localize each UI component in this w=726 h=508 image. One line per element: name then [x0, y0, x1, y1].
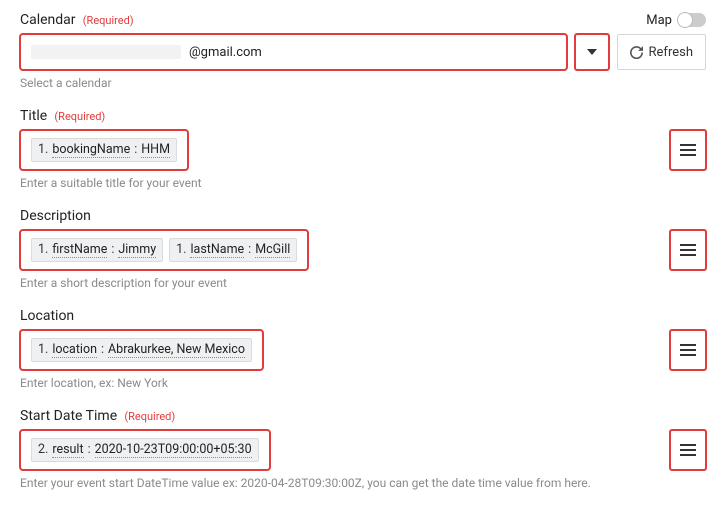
location-label-row: Location — [20, 308, 706, 324]
description-input[interactable]: 1. firstName : Jimmy 1. lastName : McGil… — [20, 230, 308, 270]
description-label-row: Description — [20, 208, 706, 224]
title-label-wrap: Title (Required) — [20, 108, 105, 124]
description-options-button[interactable] — [670, 230, 706, 270]
lines-icon — [680, 244, 696, 256]
start-datetime-field: Start Date Time (Required) 2. result : 2… — [20, 408, 706, 490]
calendar-input-row: @gmail.com Refresh — [20, 34, 706, 70]
location-helper: Enter location, ex: New York — [20, 376, 706, 390]
spacer — [196, 130, 662, 170]
start-input[interactable]: 2. result : 2020-10-23T09:00:00+05:30 — [20, 430, 270, 470]
map-toggle-wrap: Map — [646, 13, 706, 28]
refresh-icon — [630, 46, 643, 59]
location-label: Location — [20, 308, 74, 324]
start-helper: Enter your event start DateTime value ex… — [20, 476, 706, 490]
map-toggle[interactable] — [678, 13, 706, 27]
title-field: Title (Required) 1. bookingName : HHM En… — [20, 108, 706, 190]
description-token-1[interactable]: 1. firstName : Jimmy — [31, 238, 163, 262]
map-label: Map — [646, 13, 672, 28]
title-options-button[interactable] — [670, 130, 706, 170]
title-required: (Required) — [54, 110, 105, 123]
description-label: Description — [20, 208, 91, 224]
location-options-button[interactable] — [670, 330, 706, 370]
start-input-row: 2. result : 2020-10-23T09:00:00+05:30 — [20, 430, 706, 470]
location-input-row: 1. location : Abrakurkee, New Mexico — [20, 330, 706, 370]
refresh-button[interactable]: Refresh — [617, 34, 706, 70]
start-label: Start Date Time — [20, 408, 117, 424]
refresh-label: Refresh — [649, 45, 693, 60]
location-input[interactable]: 1. location : Abrakurkee, New Mexico — [20, 330, 263, 370]
start-label-row: Start Date Time (Required) — [20, 408, 706, 424]
description-helper: Enter a short description for your event — [20, 276, 706, 290]
start-required: (Required) — [124, 410, 175, 423]
location-field: Location 1. location : Abrakurkee, New M… — [20, 308, 706, 390]
calendar-label: Calendar — [20, 12, 76, 28]
title-input-row: 1. bookingName : HHM — [20, 130, 706, 170]
description-input-row: 1. firstName : Jimmy 1. lastName : McGil… — [20, 230, 706, 270]
calendar-field: Calendar (Required) Map @gmail.com Refre… — [20, 12, 706, 90]
lines-icon — [680, 444, 696, 456]
lines-icon — [680, 144, 696, 156]
calendar-select[interactable]: @gmail.com — [20, 34, 567, 70]
start-label-wrap: Start Date Time (Required) — [20, 408, 175, 424]
start-options-button[interactable] — [670, 430, 706, 470]
calendar-dropdown-button[interactable] — [575, 34, 609, 70]
spacer — [278, 430, 662, 470]
title-token[interactable]: 1. bookingName : HHM — [31, 138, 177, 162]
title-input[interactable]: 1. bookingName : HHM — [20, 130, 188, 170]
location-token[interactable]: 1. location : Abrakurkee, New Mexico — [31, 338, 252, 362]
spacer — [316, 230, 662, 270]
calendar-required: (Required) — [83, 14, 134, 27]
calendar-label-row: Calendar (Required) Map — [20, 12, 706, 28]
calendar-value-redacted — [31, 45, 181, 59]
caret-down-icon — [587, 49, 597, 55]
title-helper: Enter a suitable title for your event — [20, 176, 706, 190]
start-token[interactable]: 2. result : 2020-10-23T09:00:00+05:30 — [31, 438, 259, 462]
calendar-label-wrap: Calendar (Required) — [20, 12, 134, 28]
lines-icon — [680, 344, 696, 356]
spacer — [271, 330, 662, 370]
title-label: Title — [20, 108, 47, 124]
description-token-2[interactable]: 1. lastName : McGill — [169, 238, 297, 262]
calendar-helper: Select a calendar — [20, 76, 706, 90]
title-label-row: Title (Required) — [20, 108, 706, 124]
description-field: Description 1. firstName : Jimmy 1. last… — [20, 208, 706, 290]
calendar-value-suffix: @gmail.com — [189, 45, 262, 60]
